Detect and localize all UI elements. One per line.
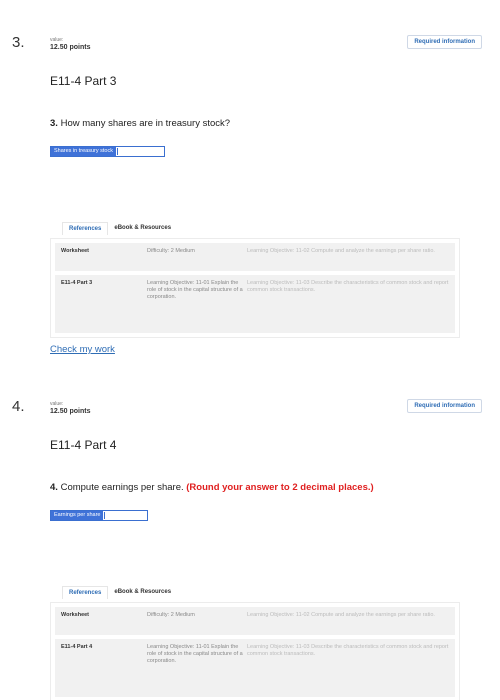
question-text-number: 4.	[50, 482, 58, 493]
tab-references[interactable]: References	[62, 585, 109, 599]
question-text-body: Compute earnings per share.	[60, 482, 184, 493]
row-difficulty: Difficulty: 2 Medium	[147, 612, 195, 618]
input-label: Earnings per share	[51, 511, 104, 520]
rounding-instruction: (Round your answer to 2 decimal places.)	[186, 482, 374, 493]
required-information-button[interactable]: Required information	[407, 399, 482, 413]
tab-ebook-resources[interactable]: eBook & Resources	[108, 586, 177, 598]
table-row: Worksheet Difficulty: 2 Medium Learning …	[55, 607, 455, 635]
table-row: E11-4 Part 4 Learning Objective: 11-01 E…	[55, 639, 455, 697]
earnings-per-share-input[interactable]: Earnings per share	[50, 510, 148, 521]
question-text: 4. Compute earnings per share. (Round yo…	[50, 482, 374, 493]
question-4-block: 4. value: 12.50 points Required informat…	[0, 0, 500, 700]
reference-tabs: References eBook & Resources	[62, 584, 177, 600]
row-objective-1: Learning Objective: 11-01 Explain the ro…	[147, 644, 243, 664]
points-value: 12.50 points	[50, 408, 91, 415]
row-title: Worksheet	[61, 612, 90, 618]
row-title: E11-4 Part 4	[61, 644, 93, 650]
row-objective: Learning Objective: 11-02 Compute and an…	[247, 612, 435, 618]
reference-panel: Worksheet Difficulty: 2 Medium Learning …	[50, 602, 460, 700]
row-objective-2: Learning Objective: 11-03 Describe the c…	[247, 644, 449, 657]
input-field[interactable]	[105, 511, 147, 520]
question-number: 4.	[12, 398, 25, 415]
part-title: E11-4 Part 4	[50, 438, 117, 452]
value-label: value:	[50, 401, 64, 407]
